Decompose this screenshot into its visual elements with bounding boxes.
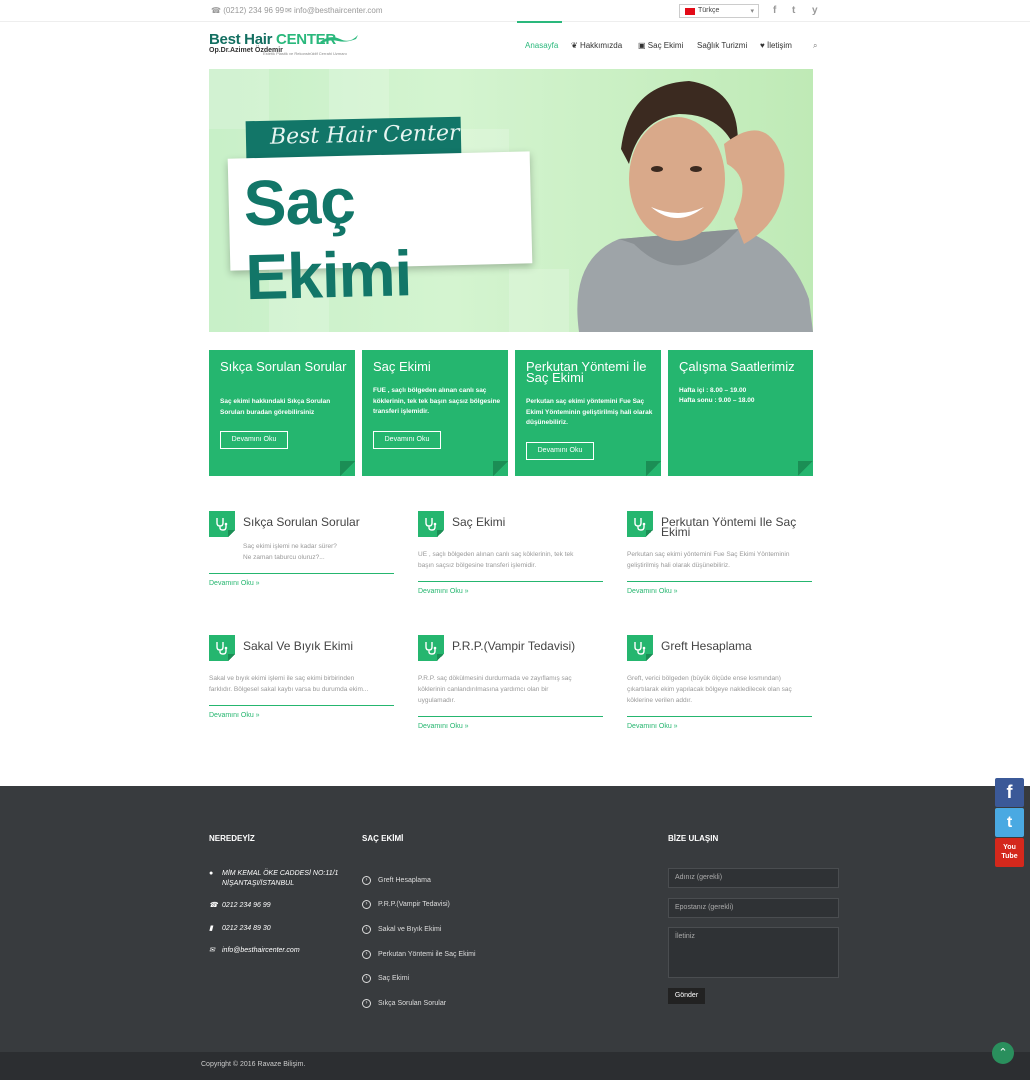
language-select[interactable]: Türkçe ▾ xyxy=(679,4,759,18)
send-button[interactable]: Gönder xyxy=(668,988,705,1004)
info-box-hours: Çalışma Saatlerimiz Hafta içi : 8.00 – 1… xyxy=(668,350,813,476)
feature-title: Greft Hesaplama xyxy=(661,639,752,653)
footer xyxy=(0,786,1030,1052)
phone-icon: ☎ xyxy=(209,902,218,909)
read-more-button[interactable]: Devamını Oku xyxy=(373,431,441,449)
search-icon[interactable]: ⌕ xyxy=(813,41,817,51)
chevron-right-icon: › xyxy=(362,999,371,1008)
footer-link[interactable]: › Perkutan Yöntemi ile Saç Ekimi xyxy=(362,950,476,959)
globe-icon: ● xyxy=(209,870,214,877)
chevron-right-icon: › xyxy=(362,974,371,983)
stethoscope-icon xyxy=(627,511,653,537)
footer-heading-hair: SAÇ EKİMİ xyxy=(362,834,404,843)
feature-title: Sakal Ve Bıyık Ekimi xyxy=(243,639,354,653)
chevron-right-icon: › xyxy=(362,925,371,934)
topbar-email[interactable]: ✉ info@besthaircenter.com xyxy=(285,6,383,15)
feature-title: P.R.P.(Vampir Tedavisi) xyxy=(452,639,576,653)
stethoscope-icon xyxy=(209,635,235,661)
nav-iletisim[interactable]: ♥ İletişim xyxy=(760,41,792,50)
footer-heading-location: NEREDEYİZ xyxy=(209,834,255,843)
footer-link[interactable]: › Sakal ve Bıyık Ekimi xyxy=(362,925,441,934)
youtube-icon[interactable]: y xyxy=(812,5,818,16)
footer-email-link[interactable]: info@besthaircenter.com xyxy=(222,946,300,956)
email-input[interactable]: Epostanız (gerekli) xyxy=(668,898,839,918)
info-box-faq: Sıkça Sorulan Sorular Saç ekimi hakkında… xyxy=(209,350,355,476)
footer-heading-contact: BİZE ULAŞIN xyxy=(668,834,719,843)
read-more-link[interactable]: Devamını Oku » xyxy=(209,580,260,587)
topbar-phone: ☎ (0212) 234 96 99 xyxy=(211,6,285,15)
footer-link[interactable]: › Saç Ekimi xyxy=(362,974,409,983)
read-more-link[interactable]: Devamını Oku » xyxy=(418,588,469,595)
chevron-right-icon: › xyxy=(362,950,371,959)
read-more-link[interactable]: Devamını Oku » xyxy=(627,588,678,595)
chevron-down-icon: ▾ xyxy=(750,8,754,15)
scroll-to-top-icon[interactable]: ⌃ xyxy=(992,1042,1014,1064)
nav-saglik-turizmi[interactable]: Sağlık Turizmi xyxy=(697,41,747,50)
hero-banner: Best Hair Center Saç Ekimi xyxy=(209,69,813,332)
turkey-flag-icon xyxy=(685,8,695,15)
heart-icon: ♥ xyxy=(760,41,765,50)
chevron-right-icon: › xyxy=(362,876,371,885)
read-more-button[interactable]: Devamını Oku xyxy=(526,442,594,460)
grid-icon: ▣ xyxy=(638,41,646,50)
stethoscope-icon xyxy=(418,511,444,537)
stethoscope-icon xyxy=(209,511,235,537)
chevron-right-icon: › xyxy=(362,900,371,909)
site-logo[interactable]: Best Hair CENTER Op.Dr.Azimet Özdemir Es… xyxy=(209,31,358,56)
info-box-perkutan: Perkutan Yöntemi İle Saç Ekimi Perkutan … xyxy=(515,350,661,476)
stethoscope-icon xyxy=(627,635,653,661)
twitter-icon[interactable]: t xyxy=(792,5,795,16)
logo-wave-icon xyxy=(320,35,358,43)
footer-link[interactable]: › Sıkça Sorulan Sorular xyxy=(362,999,446,1008)
feature-title: Perkutan Yöntemi Ile Saç Ekimi xyxy=(661,515,797,539)
hero-person-image xyxy=(577,81,813,332)
hero-title-card: Saç Ekimi xyxy=(227,151,533,313)
footer-link[interactable]: › P.R.P.(Vampir Tedavisi) xyxy=(362,900,450,909)
nav-anasayfa[interactable]: Anasayfa xyxy=(525,41,558,50)
footer-link[interactable]: › Greft Hesaplama xyxy=(362,876,431,885)
read-more-link[interactable]: Devamını Oku » xyxy=(209,712,260,719)
feature-title: Saç Ekimi xyxy=(452,515,506,529)
leaf-icon: ❦ xyxy=(571,41,578,50)
facebook-icon[interactable]: f xyxy=(773,5,776,16)
top-bar: ☎ (0212) 234 96 99 ✉ info@besthaircenter… xyxy=(0,0,1030,22)
twitter-side-icon[interactable]: t xyxy=(995,808,1024,837)
nav-hakkimizda[interactable]: ❦ Hakkımızda xyxy=(571,41,622,50)
stethoscope-icon xyxy=(418,635,444,661)
active-nav-indicator xyxy=(517,21,562,23)
copyright-bar: Copyright © 2016 Ravaze Bilişim. xyxy=(0,1052,1030,1080)
read-more-link[interactable]: Devamını Oku » xyxy=(418,723,469,730)
facebook-side-icon[interactable]: f xyxy=(995,778,1024,807)
nav-sac-ekimi[interactable]: ▣ Saç Ekimi xyxy=(638,41,683,50)
envelope-icon: ✉ xyxy=(209,947,215,954)
fax-icon: ▮ xyxy=(209,925,213,932)
youtube-side-icon[interactable]: You Tube xyxy=(995,838,1024,867)
read-more-link[interactable]: Devamını Oku » xyxy=(627,723,678,730)
info-box-sac-ekimi: Saç Ekimi FUE , saçlı bölgeden alınan ca… xyxy=(362,350,508,476)
name-input[interactable]: Adınız (gerekli) xyxy=(668,868,839,888)
feature-title: Sıkça Sorulan Sorular xyxy=(243,515,360,529)
read-more-button[interactable]: Devamını Oku xyxy=(220,431,288,449)
message-textarea[interactable]: İletiniz xyxy=(668,927,839,978)
